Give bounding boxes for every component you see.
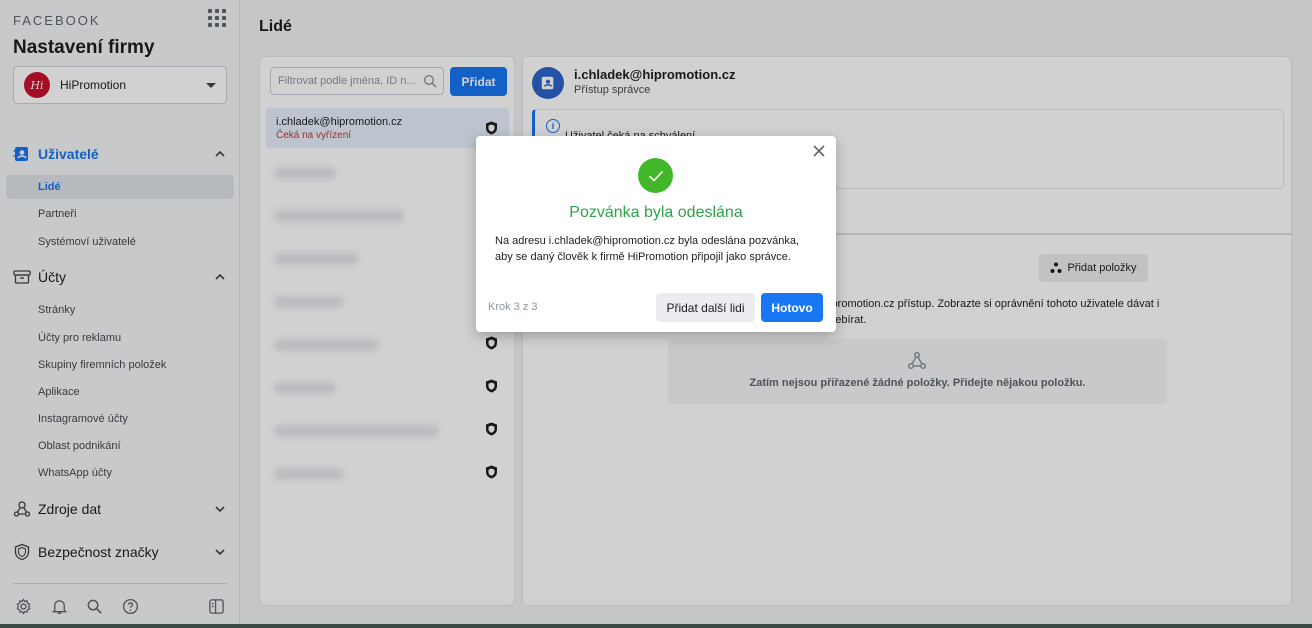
add-more-people-button[interactable]: Přidat další lidi xyxy=(656,293,755,322)
step-indicator: Krok 3 z 3 xyxy=(488,301,538,313)
invitation-sent-dialog: Pozvánka byla odeslána Na adresu i.chlad… xyxy=(476,136,836,332)
done-button[interactable]: Hotovo xyxy=(761,293,823,322)
success-check-icon xyxy=(638,158,673,193)
dialog-body: Na adresu i.chladek@hipromotion.cz byla … xyxy=(495,235,800,263)
close-icon[interactable] xyxy=(812,144,826,158)
bottom-strip xyxy=(0,624,1312,628)
dialog-title: Pozvánka byla odeslána xyxy=(569,204,743,221)
